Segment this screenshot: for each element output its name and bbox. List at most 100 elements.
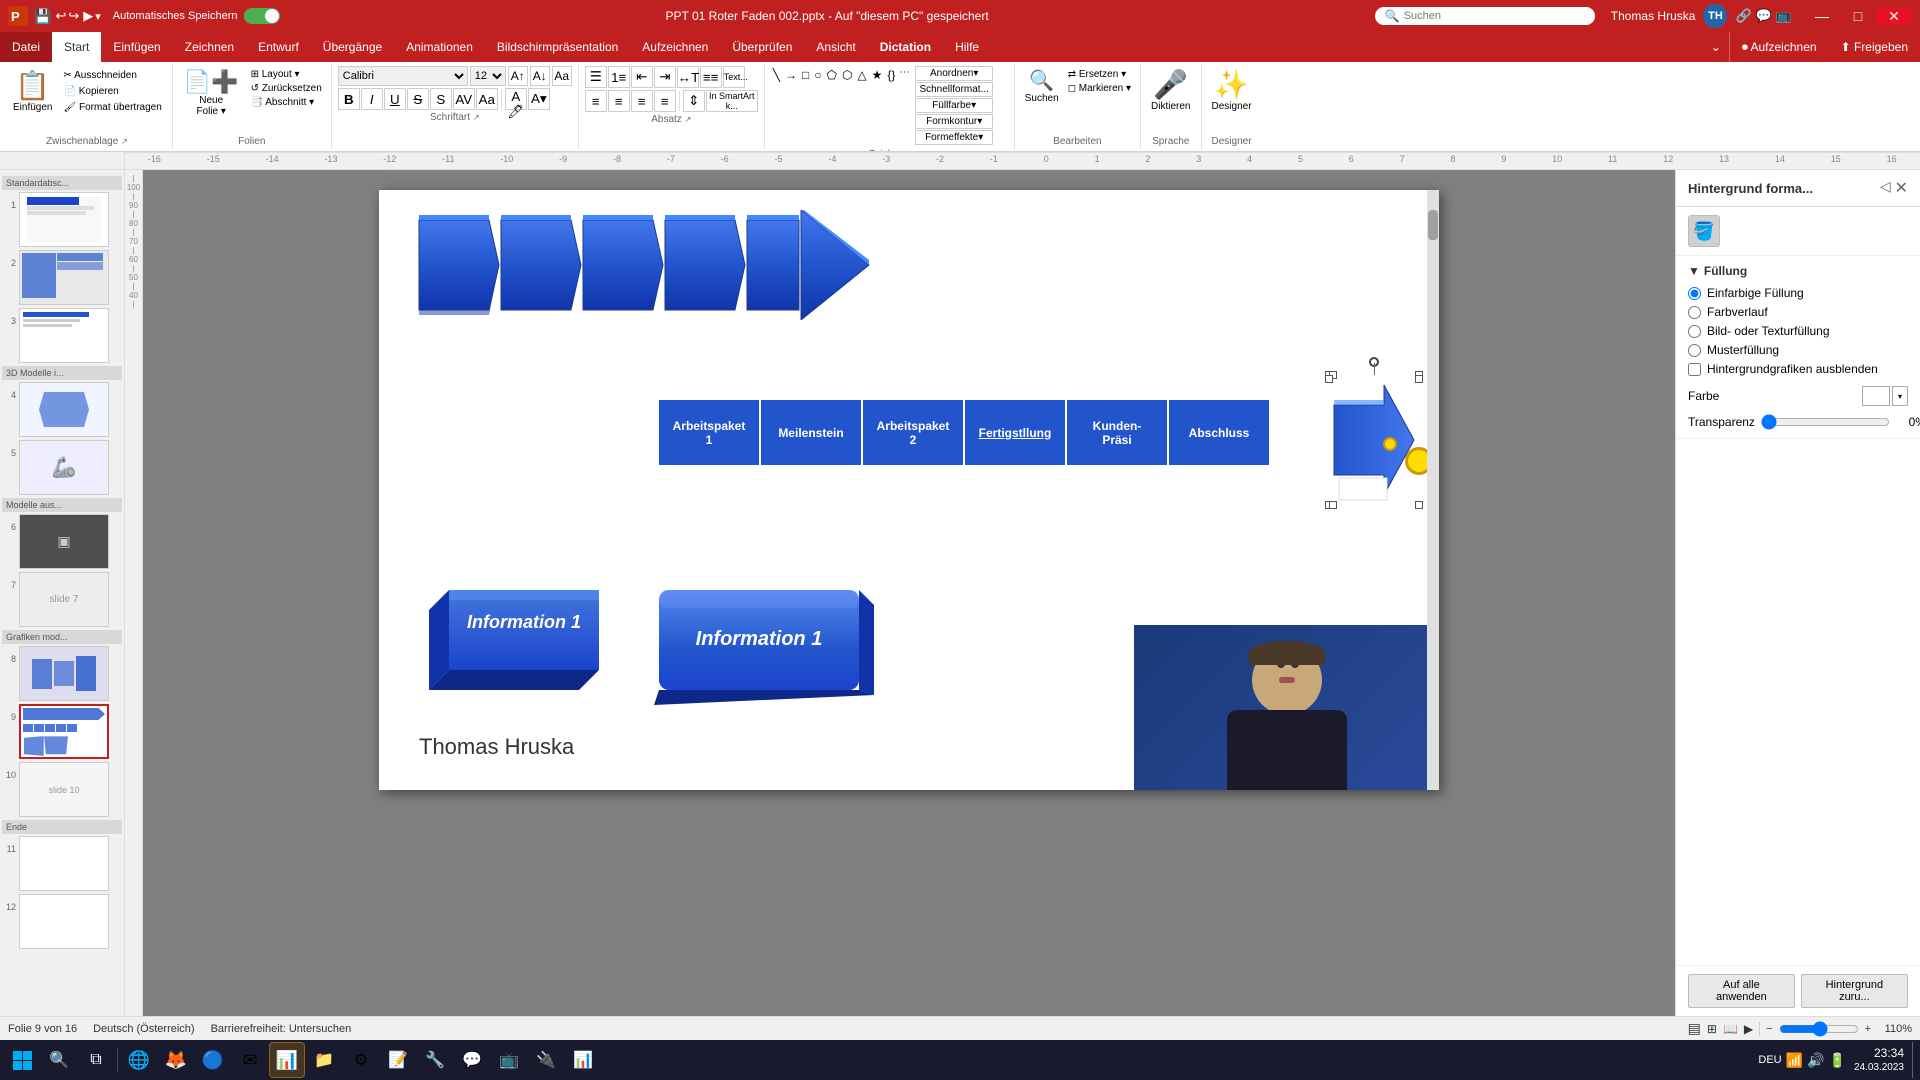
comment-icon[interactable]: 💬 — [1756, 8, 1772, 24]
language-indicator[interactable]: Deutsch (Österreich) — [93, 1023, 194, 1035]
rect-icon[interactable]: □ — [800, 66, 811, 145]
tab-zeichnen[interactable]: Zeichnen — [173, 32, 246, 62]
slide-thumb-1[interactable]: 1 — [2, 192, 122, 247]
color-swatch[interactable] — [1862, 386, 1890, 406]
redo-icon[interactable]: ↪ — [68, 8, 79, 24]
aufzeichnen-btn[interactable]: ⏺ Aufzeichnen — [1729, 32, 1829, 62]
process-box-2[interactable]: Meilenstein — [761, 400, 861, 465]
zoom-in-btn[interactable]: + — [1865, 1023, 1871, 1035]
schnellformatvorlagen-btn[interactable]: Schnellformat... — [915, 82, 992, 97]
slide-thumb-11[interactable]: 11 — [2, 836, 122, 891]
taskbar-powerpoint[interactable]: 📊 — [269, 1042, 305, 1078]
decrease-indent-btn[interactable]: ⇤ — [631, 66, 653, 88]
align-right-btn[interactable]: ≡ — [631, 90, 653, 112]
btn-neue-folie[interactable]: 📄➕ Neue Folie ▾ — [179, 66, 244, 120]
accessibility-indicator[interactable]: Barrierefreiheit: Untersuchen — [211, 1023, 352, 1035]
slide-thumb-5[interactable]: 5 🦾 — [2, 440, 122, 495]
taskbar-app2[interactable]: ⚙ — [343, 1042, 379, 1078]
bracket-icon[interactable]: {} — [885, 66, 897, 145]
vertical-scrollbar[interactable] — [1427, 190, 1439, 790]
star-icon[interactable]: ★ — [870, 66, 885, 145]
align-left-btn[interactable]: ≡ — [585, 90, 607, 112]
tab-uebergaenge[interactable]: Übergänge — [311, 32, 394, 62]
circle-icon[interactable]: ○ — [812, 66, 823, 145]
task-view-btn[interactable]: ⧉ — [78, 1042, 114, 1078]
panel-back-icon[interactable]: ◁ — [1880, 178, 1891, 198]
italic-btn[interactable]: I — [361, 88, 383, 110]
tab-entwurf[interactable]: Entwurf — [246, 32, 311, 62]
font-size-select[interactable]: 12 — [470, 66, 506, 86]
info-box-2[interactable]: Information 1 — [639, 580, 889, 720]
btn-kopieren[interactable]: 📄 Kopieren — [59, 84, 165, 99]
increase-indent-btn[interactable]: ⇥ — [654, 66, 676, 88]
zoom-value[interactable]: 110% — [1877, 1023, 1912, 1035]
btn-abschnitt[interactable]: 📑 Abschnitt ▾ — [248, 96, 325, 109]
font-family-select[interactable]: Calibri — [338, 66, 468, 86]
search-input[interactable] — [1404, 10, 1574, 22]
tab-bildschirmpraesenation[interactable]: Bildschirmpräsentation — [485, 32, 630, 62]
taskbar-app3[interactable]: 📝 — [380, 1042, 416, 1078]
taskbar-app4[interactable]: 🔧 — [417, 1042, 453, 1078]
btn-layout[interactable]: ⊞ Layout ▾ — [248, 68, 325, 81]
taskbar-clock[interactable]: 23:34 24.03.2023 — [1850, 1046, 1908, 1075]
tab-ansicht[interactable]: Ansicht — [804, 32, 867, 62]
share-icon[interactable]: 🔗 — [1735, 8, 1751, 24]
textausg-btn[interactable]: Text... — [723, 66, 745, 88]
present-btn-icon[interactable]: 📺 — [1776, 8, 1792, 24]
apply-all-btn[interactable]: Auf alle anwenden — [1688, 974, 1795, 1008]
radio-bild[interactable]: Bild- oder Texturfüllung — [1688, 324, 1908, 338]
increase-font-btn[interactable]: A↑ — [508, 66, 528, 86]
search-box[interactable]: 🔍 — [1375, 7, 1595, 25]
taskbar-app8[interactable]: 📊 — [565, 1042, 601, 1078]
btn-ausschneiden[interactable]: ✂ Ausschneiden — [59, 68, 165, 83]
transparency-slider[interactable] — [1761, 414, 1890, 430]
tray-sound[interactable]: 🔊 — [1807, 1052, 1824, 1069]
tray-network[interactable]: 📶 — [1786, 1052, 1803, 1069]
radio-einfarbig[interactable]: Einfarbige Füllung — [1688, 286, 1908, 300]
more-shapes-icon[interactable]: ⋯ — [898, 66, 910, 145]
selected-arrow-container[interactable] — [1329, 375, 1419, 505]
normal-view-btn[interactable]: ▤ — [1688, 1020, 1701, 1037]
checkbox-hintergrund[interactable]: Hintergrundgrafiken ausblenden — [1688, 362, 1908, 376]
btn-ersetzen[interactable]: ⇄ Ersetzen ▾ — [1065, 68, 1134, 81]
process-box-1[interactable]: Arbeitspaket1 — [659, 400, 759, 465]
btn-markieren[interactable]: ◻ Markieren ▾ — [1065, 82, 1134, 95]
slide-thumb-3[interactable]: 3 — [2, 308, 122, 363]
undo-icon[interactable]: ↩ — [55, 8, 66, 24]
tab-start[interactable]: Start — [52, 32, 101, 62]
taskbar-mail[interactable]: ✉ — [232, 1042, 268, 1078]
formkontur-btn[interactable]: Formkontur▾ — [915, 114, 992, 129]
btn-suchen[interactable]: 🔍 Suchen — [1021, 66, 1063, 106]
underline-btn[interactable]: U — [384, 88, 406, 110]
line-icon[interactable]: ╲ — [771, 66, 782, 145]
taskbar-app6[interactable]: 📺 — [491, 1042, 527, 1078]
arrow-icon[interactable]: → — [783, 66, 799, 145]
close-btn[interactable]: ✕ — [1876, 8, 1912, 25]
btn-format-uebertragen[interactable]: 🖌 Format übertragen — [59, 100, 165, 115]
anordnen-btn[interactable]: Anordnen▾ — [915, 66, 992, 81]
maximize-btn[interactable]: □ — [1840, 8, 1876, 24]
process-box-5[interactable]: Kunden-Präsi — [1067, 400, 1167, 465]
tray-battery[interactable]: 🔋 — [1829, 1052, 1846, 1069]
section-fill-title[interactable]: ▼ Füllung — [1688, 264, 1908, 278]
spacing-btn[interactable]: AV — [453, 88, 475, 110]
process-box-6[interactable]: Abschluss — [1169, 400, 1269, 465]
smartart-btn[interactable]: In SmartArt k... — [706, 90, 758, 112]
slide-thumb-7[interactable]: 7 slide 7 — [2, 572, 122, 627]
tab-einfuegen[interactable]: Einfügen — [101, 32, 172, 62]
save-icon[interactable]: 💾 — [34, 8, 51, 25]
taskbar-chrome[interactable]: 🔵 — [195, 1042, 231, 1078]
formeffekte-btn[interactable]: Formeffekte▾ — [915, 130, 992, 145]
autosave-toggle[interactable] — [244, 8, 280, 24]
taskbar-app1[interactable]: 📁 — [306, 1042, 342, 1078]
text-direction-btn[interactable]: ↔T — [677, 66, 699, 88]
taskbar-firefox[interactable]: 🦊 — [158, 1042, 194, 1078]
fuellfarbe-btn[interactable]: Füllfarbe▾ — [915, 98, 992, 113]
highlight-btn[interactable]: A🖊 — [505, 88, 527, 110]
strikethrough-btn[interactable]: S — [407, 88, 429, 110]
process-box-3[interactable]: Arbeitspaket2 — [863, 400, 963, 465]
process-box-4[interactable]: Fertigstllung — [965, 400, 1065, 465]
decrease-font-btn[interactable]: A↓ — [530, 66, 550, 86]
list-btn[interactable]: ☰ — [585, 66, 607, 88]
case-btn[interactable]: Aa — [476, 88, 498, 110]
